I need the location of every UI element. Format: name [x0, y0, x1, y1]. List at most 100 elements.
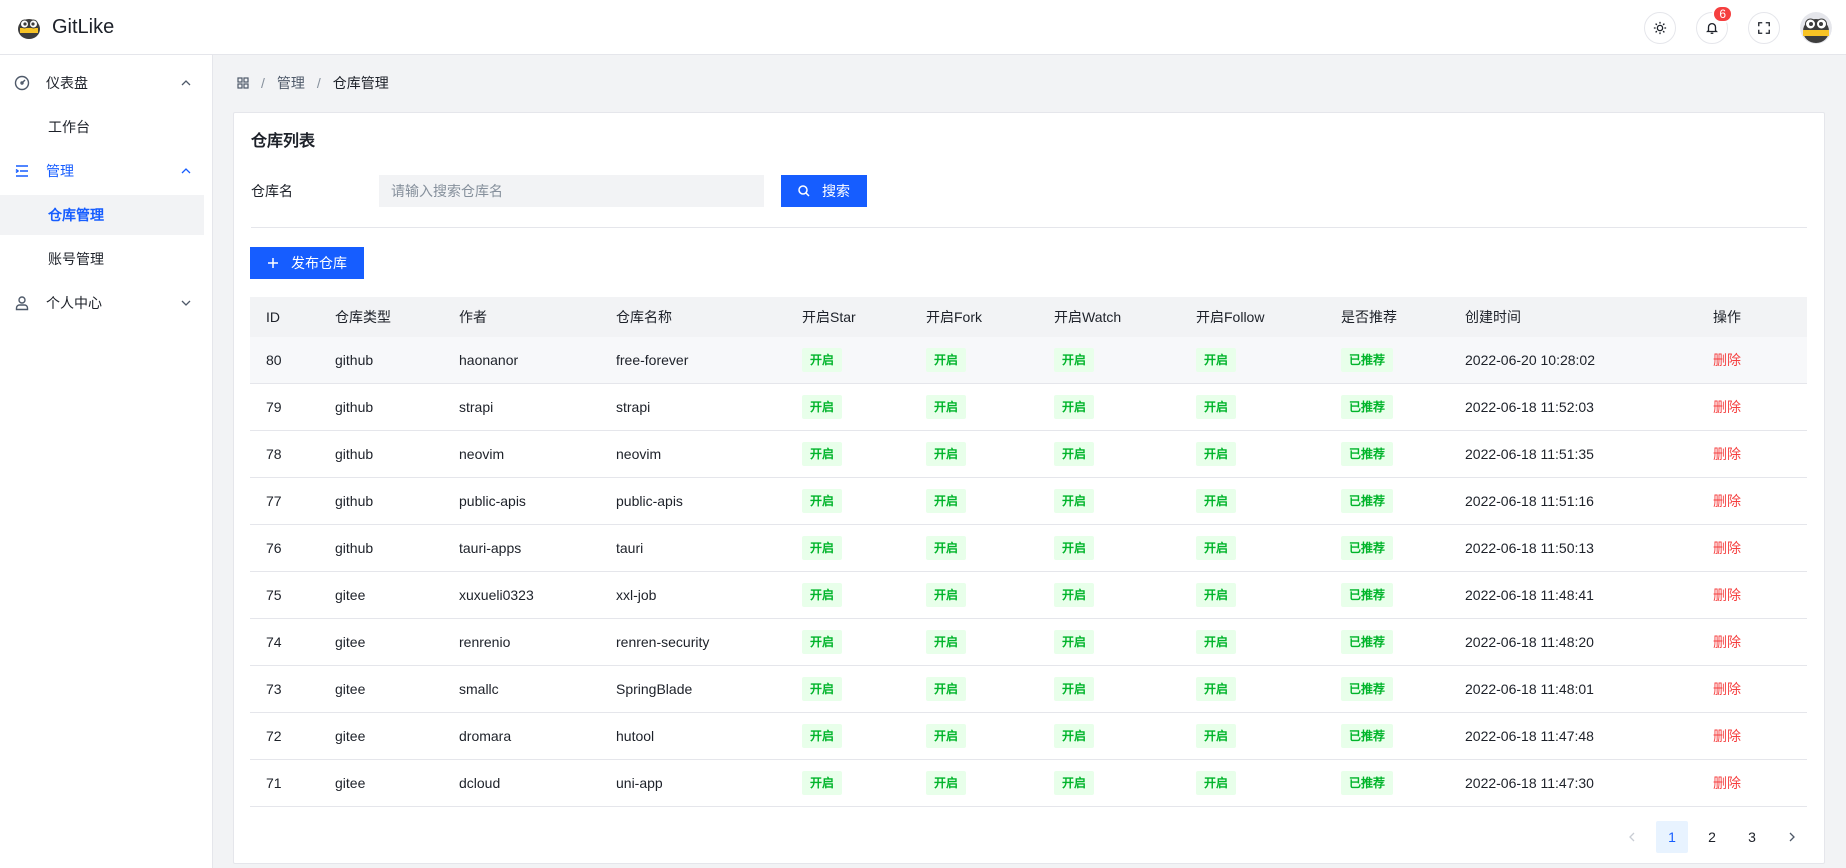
prev-page-button[interactable] — [1616, 821, 1648, 853]
column-header: 作者 — [459, 309, 487, 325]
repo-list-card: 仓库列表 仓库名 搜索 发布仓库 ID 仓库类型 作者 仓库名称 开启Star … — [233, 112, 1825, 864]
table-cell-follow: 开启 — [1180, 395, 1325, 419]
sidebar-group-manage[interactable]: 管理 — [0, 151, 204, 191]
delete-link[interactable]: 删除 — [1713, 681, 1741, 697]
repo-table: ID 仓库类型 作者 仓库名称 开启Star 开启Fork 开启Watch 开启… — [250, 297, 1807, 807]
delete-link[interactable]: 删除 — [1713, 399, 1741, 415]
rec-status-tag: 已推荐 — [1341, 630, 1394, 654]
table-row: 71 gitee dcloud uni-app 开启 开启 开启 开启 已推荐 2022-06-1… — [250, 760, 1807, 807]
table-cell-fork: 开启 — [910, 583, 1038, 607]
column-header: 开启Follow — [1196, 309, 1265, 325]
delete-link[interactable]: 删除 — [1713, 587, 1741, 603]
table-cell-time: 2022-06-18 11:48:41 — [1465, 587, 1594, 603]
sun-icon — [1653, 21, 1667, 34]
breadcrumb-item[interactable]: 管理 — [277, 73, 305, 93]
table-cell-fork: 开启 — [910, 630, 1038, 654]
table-cell-follow: 开启 — [1180, 442, 1325, 466]
search-input[interactable] — [379, 175, 764, 207]
table-row: 72 gitee dromara hutool 开启 开启 开启 开启 已推荐 2022-06-1… — [250, 713, 1807, 760]
table-cell-fork: 开启 — [910, 442, 1038, 466]
breadcrumb-separator: / — [261, 75, 265, 91]
app-logo[interactable]: GitLike — [16, 14, 114, 40]
table-cell-star: 开启 — [786, 442, 910, 466]
sidebar-group-label: 管理 — [46, 163, 74, 179]
sidebar: 仪表盘 工作台 管理 仓库管理 账号管理 个人中心 — [0, 55, 213, 868]
sidebar-group-personal[interactable]: 个人中心 — [0, 283, 204, 323]
table-cell-type: github — [335, 352, 374, 368]
search-button[interactable]: 搜索 — [781, 175, 867, 207]
page-button-3[interactable]: 3 — [1736, 821, 1768, 853]
sidebar-item-repo-manage[interactable]: 仓库管理 — [0, 195, 204, 235]
user-avatar[interactable] — [1800, 11, 1832, 44]
theme-toggle-button[interactable] — [1644, 11, 1676, 44]
table-cell-id: 79 — [266, 399, 282, 415]
add-repo-button[interactable]: 发布仓库 — [250, 247, 364, 279]
watch-status-tag: 开启 — [1054, 395, 1095, 419]
star-status-tag: 开启 — [802, 677, 843, 701]
rec-status-tag: 已推荐 — [1341, 677, 1394, 701]
table-cell-id: 78 — [266, 446, 282, 462]
fork-status-tag: 开启 — [926, 724, 967, 748]
page-button-2[interactable]: 2 — [1696, 821, 1728, 853]
table-cell-author: public-apis — [459, 493, 526, 509]
table-cell-rec: 已推荐 — [1325, 771, 1449, 795]
table-cell-op: 删除 — [1697, 726, 1807, 746]
fork-status-tag: 开启 — [926, 771, 967, 795]
table-cell-fork: 开启 — [910, 489, 1038, 513]
delete-link[interactable]: 删除 — [1713, 634, 1741, 650]
follow-status-tag: 开启 — [1196, 724, 1237, 748]
fullscreen-button[interactable] — [1748, 11, 1780, 44]
table-cell-rec: 已推荐 — [1325, 489, 1449, 513]
sidebar-item-account-manage[interactable]: 账号管理 — [0, 239, 204, 279]
table-cell-author: smallc — [459, 681, 499, 697]
table-cell-rec: 已推荐 — [1325, 677, 1449, 701]
column-header: ID — [266, 309, 280, 325]
sidebar-group-dashboard[interactable]: 仪表盘 — [0, 63, 204, 103]
follow-status-tag: 开启 — [1196, 348, 1237, 372]
table-cell-id: 74 — [266, 634, 282, 650]
watch-status-tag: 开启 — [1054, 489, 1095, 513]
table-cell-op: 删除 — [1697, 538, 1807, 558]
table-cell-op: 删除 — [1697, 444, 1807, 464]
table-cell-time: 2022-06-18 11:48:20 — [1465, 634, 1594, 650]
table-cell-author: strapi — [459, 399, 494, 415]
follow-status-tag: 开启 — [1196, 489, 1237, 513]
chevron-left-icon — [1629, 832, 1635, 842]
delete-link[interactable]: 删除 — [1713, 493, 1741, 509]
table-cell-watch: 开启 — [1038, 536, 1180, 560]
follow-status-tag: 开启 — [1196, 771, 1237, 795]
delete-link[interactable]: 删除 — [1713, 352, 1741, 368]
page-button-1[interactable]: 1 — [1656, 821, 1688, 853]
table-cell-star: 开启 — [786, 771, 910, 795]
table-cell-op: 删除 — [1697, 679, 1807, 699]
table-row: 73 gitee smallc SpringBlade 开启 开启 开启 开启 已推荐 2022-… — [250, 666, 1807, 713]
chevron-right-icon — [1789, 832, 1795, 842]
table-body: 80 github haonanor free-forever 开启 开启 开启 开启 已推荐 2… — [250, 337, 1807, 807]
next-page-button[interactable] — [1776, 821, 1808, 853]
table-cell-watch: 开启 — [1038, 771, 1180, 795]
table-cell-fork: 开启 — [910, 395, 1038, 419]
table-cell-name: hutool — [616, 728, 655, 744]
chevron-up-icon — [181, 80, 191, 86]
table-cell-id: 71 — [266, 775, 282, 791]
fork-status-tag: 开启 — [926, 630, 967, 654]
star-status-tag: 开启 — [802, 583, 843, 607]
star-status-tag: 开启 — [802, 348, 843, 372]
table-cell-watch: 开启 — [1038, 677, 1180, 701]
fork-status-tag: 开启 — [926, 395, 967, 419]
table-cell-type: github — [335, 540, 374, 556]
star-status-tag: 开启 — [802, 630, 843, 654]
avatar-icon — [1800, 11, 1832, 44]
table-cell-name: SpringBlade — [616, 681, 693, 697]
table-cell-watch: 开启 — [1038, 395, 1180, 419]
table-cell-op: 删除 — [1697, 350, 1807, 370]
delete-link[interactable]: 删除 — [1713, 775, 1741, 791]
notification-button[interactable]: 6 — [1696, 4, 1733, 44]
table-cell-name: tauri — [616, 540, 644, 556]
delete-link[interactable]: 删除 — [1713, 446, 1741, 462]
delete-link[interactable]: 删除 — [1713, 540, 1741, 556]
sidebar-item-workbench[interactable]: 工作台 — [0, 107, 204, 147]
fork-status-tag: 开启 — [926, 442, 967, 466]
delete-link[interactable]: 删除 — [1713, 728, 1741, 744]
apps-icon[interactable] — [237, 77, 249, 89]
